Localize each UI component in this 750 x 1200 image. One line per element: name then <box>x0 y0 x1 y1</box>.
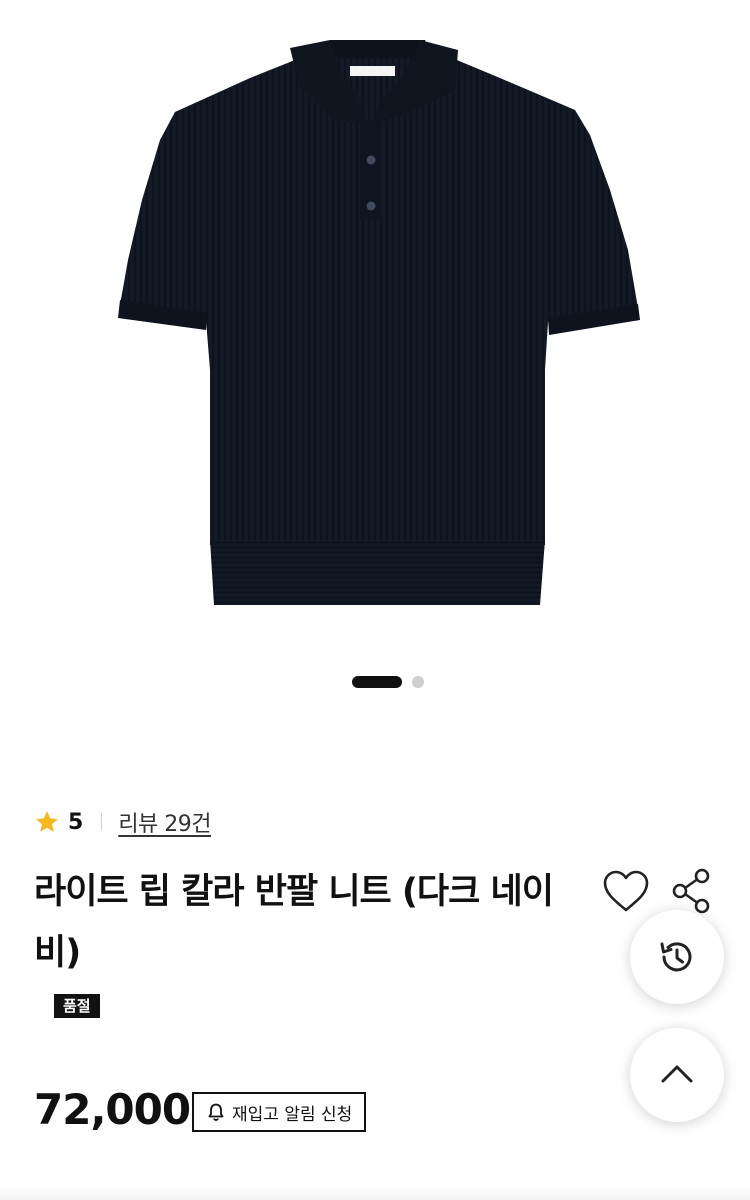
restock-alert-label: 재입고 알림 신청 <box>232 1104 353 1125</box>
heart-icon <box>603 870 649 912</box>
rating-divider <box>101 813 103 831</box>
recently-viewed-button[interactable] <box>630 910 724 1004</box>
history-icon <box>660 942 692 972</box>
share-button[interactable] <box>668 866 716 916</box>
wishlist-button[interactable] <box>600 868 652 916</box>
rating-score: 5 <box>68 809 84 835</box>
pager-dot[interactable] <box>412 676 424 688</box>
scroll-top-button[interactable] <box>630 1028 724 1122</box>
image-pager <box>0 676 750 688</box>
chevron-up-icon <box>661 1065 693 1083</box>
pager-dot-active[interactable] <box>352 676 402 688</box>
star-icon <box>34 809 60 835</box>
share-icon <box>672 868 710 914</box>
product-image[interactable] <box>0 0 750 650</box>
bottom-edge <box>0 1186 750 1200</box>
review-count-link[interactable]: 리뷰 29건 <box>118 806 211 838</box>
rating-row: 5 리뷰 29건 <box>34 804 212 840</box>
restock-alert-button[interactable]: 재입고 알림 신청 <box>192 1092 367 1132</box>
status-badge: 품절 <box>54 994 100 1018</box>
product-price: 72,000 <box>34 1085 191 1134</box>
bell-icon <box>206 1102 226 1122</box>
product-title: 라이트 립 칼라 반팔 니트 (다크 네이비) <box>34 872 554 973</box>
polo-knit-shirt-image <box>118 40 640 605</box>
